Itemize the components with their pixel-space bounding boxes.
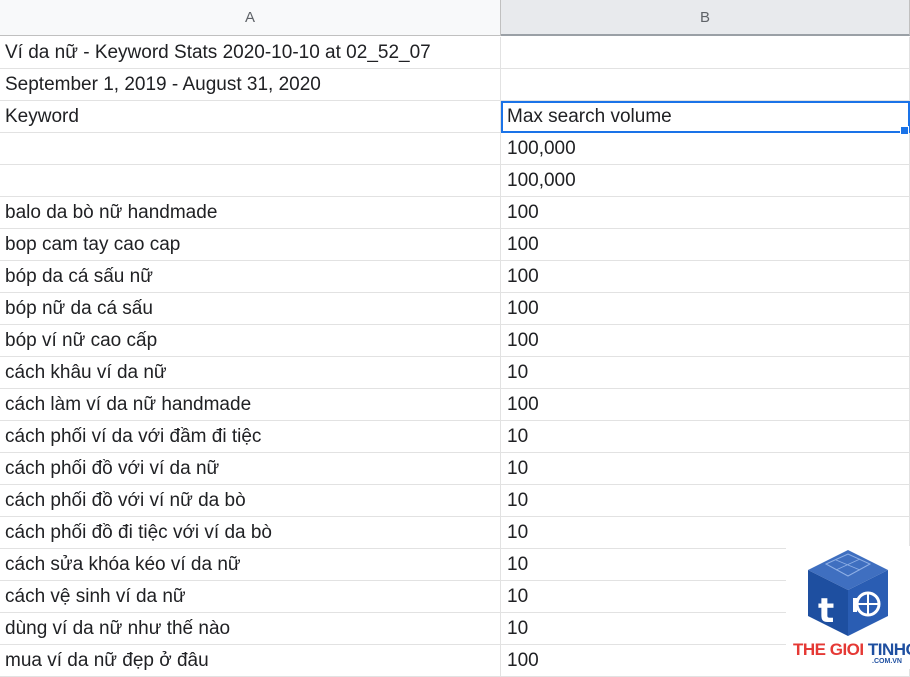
cell-a[interactable]: cách phối đồ với ví da nữ xyxy=(0,453,501,485)
cell-b[interactable]: 10 xyxy=(501,357,910,389)
watermark-text-part2: TINHOC xyxy=(867,640,910,659)
cell-a[interactable]: mua ví da nữ đẹp ở đâu xyxy=(0,645,501,677)
fill-handle[interactable] xyxy=(900,126,909,135)
cell-a[interactable] xyxy=(0,133,501,165)
watermark-subtext: .COM.VN xyxy=(872,658,902,665)
cell-b[interactable]: 100 xyxy=(501,197,910,229)
cell-a[interactable]: cách khâu ví da nữ xyxy=(0,357,501,389)
cell-a[interactable] xyxy=(0,165,501,197)
cell-a[interactable]: cách phối đồ đi tiệc với ví da bò xyxy=(0,517,501,549)
table-row: dùng ví da nữ như thế nào 10 xyxy=(0,613,910,645)
cell-a[interactable]: cách vệ sinh ví da nữ xyxy=(0,581,501,613)
cell-a[interactable]: bóp da cá sấu nữ xyxy=(0,261,501,293)
cell-a[interactable]: dùng ví da nữ như thế nào xyxy=(0,613,501,645)
cell-b[interactable]: 100 xyxy=(501,293,910,325)
watermark-logo: t THE GIOI TINHOC .COM.VN xyxy=(786,546,910,669)
table-row: cách phối đồ với ví nữ da bò 10 xyxy=(0,485,910,517)
cell-b[interactable]: 10 xyxy=(501,517,910,549)
table-row: 100,000 xyxy=(0,133,910,165)
cell-b[interactable] xyxy=(501,37,910,69)
table-row: September 1, 2019 - August 31, 2020 xyxy=(0,69,910,101)
table-row: cách phối đồ đi tiệc với ví da bò 10 xyxy=(0,517,910,549)
cell-a[interactable]: cách phối ví da với đầm đi tiệc xyxy=(0,421,501,453)
table-row: cách phối đồ với ví da nữ 10 xyxy=(0,453,910,485)
table-row: Ví da nữ - Keyword Stats 2020-10-10 at 0… xyxy=(0,37,910,69)
cell-a[interactable]: bóp ví nữ cao cấp xyxy=(0,325,501,357)
table-row: 100,000 xyxy=(0,165,910,197)
cell-b[interactable]: 10 xyxy=(501,453,910,485)
column-header-a[interactable]: A xyxy=(0,0,501,36)
watermark-text-part1: THE GIOI xyxy=(793,640,868,659)
svg-text:t: t xyxy=(818,591,834,631)
watermark-text: THE GIOI TINHOC xyxy=(793,640,910,660)
cell-a[interactable]: Keyword xyxy=(0,101,501,133)
table-row: bóp nữ da cá sấu 100 xyxy=(0,293,910,325)
cell-b[interactable]: 100 xyxy=(501,229,910,261)
table-row: cách khâu ví da nữ 10 xyxy=(0,357,910,389)
cell-b[interactable]: 100,000 xyxy=(501,133,910,165)
table-row: cách sửa khóa kéo ví da nữ 10 xyxy=(0,549,910,581)
cell-b[interactable]: 100 xyxy=(501,389,910,421)
column-headers: A B xyxy=(0,0,910,37)
table-row: mua ví da nữ đẹp ở đâu 100 xyxy=(0,645,910,677)
cell-a[interactable]: cách sửa khóa kéo ví da nữ xyxy=(0,549,501,581)
cell-b[interactable]: 100 xyxy=(501,261,910,293)
spreadsheet: A B Ví da nữ - Keyword Stats 2020-10-10 … xyxy=(0,0,910,677)
cell-b[interactable]: 100 xyxy=(501,325,910,357)
cube-logo-icon: t xyxy=(808,550,888,636)
column-header-b[interactable]: B xyxy=(501,0,910,36)
cell-a[interactable]: balo da bò nữ handmade xyxy=(0,197,501,229)
table-row: cách vệ sinh ví da nữ 10 xyxy=(0,581,910,613)
cell-b[interactable] xyxy=(501,69,910,101)
cell-b[interactable]: 10 xyxy=(501,485,910,517)
cell-a[interactable]: bop cam tay cao cap xyxy=(0,229,501,261)
table-row: bop cam tay cao cap 100 xyxy=(0,229,910,261)
cell-b[interactable]: 100,000 xyxy=(501,165,910,197)
cell-a[interactable]: September 1, 2019 - August 31, 2020 xyxy=(0,69,501,101)
table-row: balo da bò nữ handmade 100 xyxy=(0,197,910,229)
table-row: cách làm ví da nữ handmade 100 xyxy=(0,389,910,421)
cell-b[interactable]: Max search volume xyxy=(501,101,910,133)
table-row: bóp ví nữ cao cấp 100 xyxy=(0,325,910,357)
cell-a[interactable]: cách làm ví da nữ handmade xyxy=(0,389,501,421)
cell-a[interactable]: cách phối đồ với ví nữ da bò xyxy=(0,485,501,517)
table-row: Keyword Max search volume xyxy=(0,101,910,133)
table-row: bóp da cá sấu nữ 100 xyxy=(0,261,910,293)
cell-a[interactable]: Ví da nữ - Keyword Stats 2020-10-10 at 0… xyxy=(0,37,501,69)
table-row: cách phối ví da với đầm đi tiệc 10 xyxy=(0,421,910,453)
cell-a[interactable]: bóp nữ da cá sấu xyxy=(0,293,501,325)
cell-b[interactable]: 10 xyxy=(501,421,910,453)
